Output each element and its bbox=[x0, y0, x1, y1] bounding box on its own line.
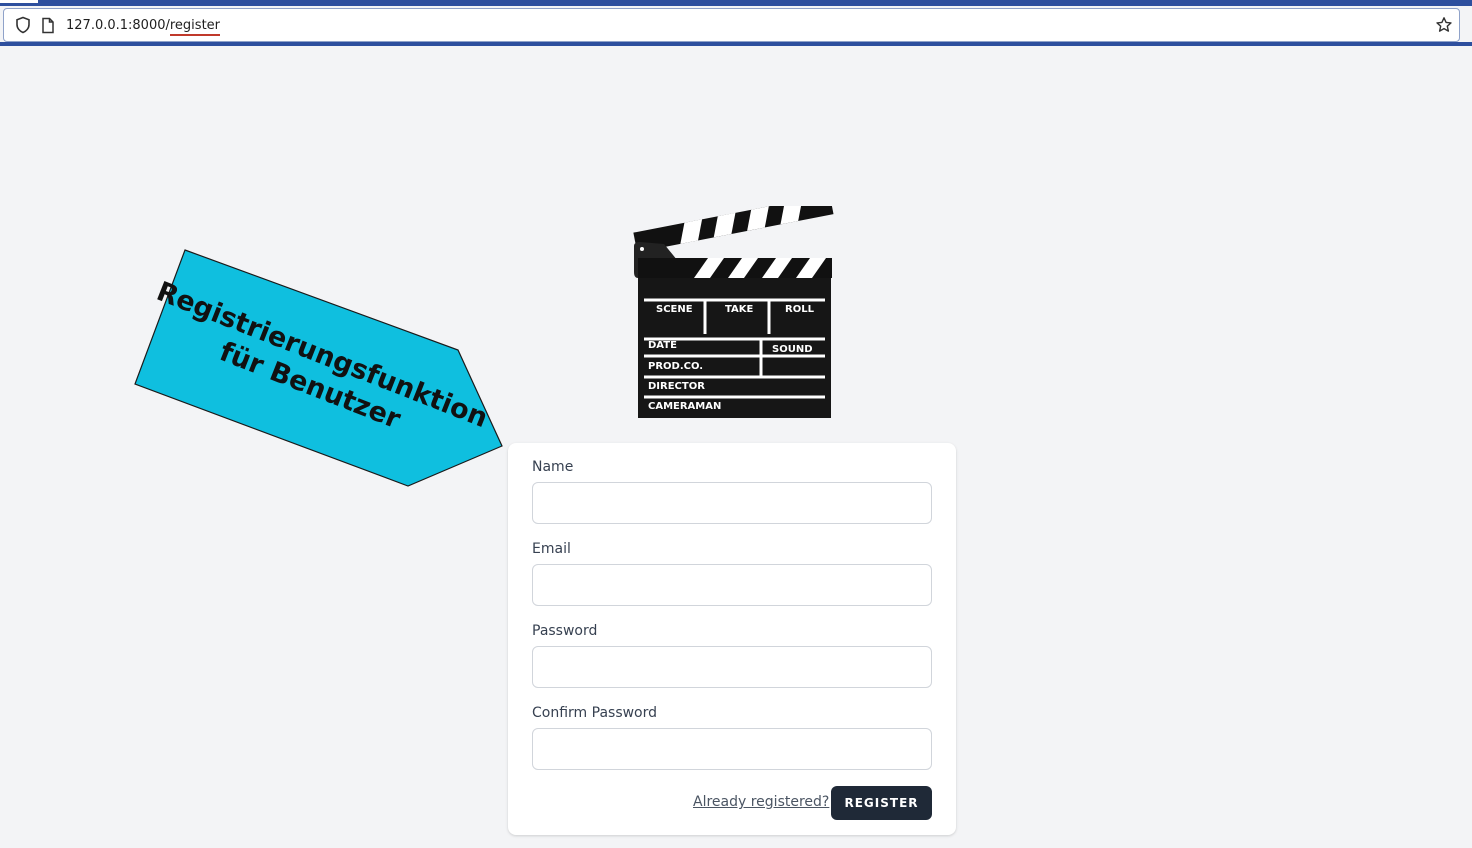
feature-callout-arrow: Registrierungsfunktion für Benutzer bbox=[134, 249, 503, 487]
email-label: Email bbox=[532, 541, 571, 557]
confirm-password-input[interactable] bbox=[532, 728, 932, 770]
name-label: Name bbox=[532, 459, 574, 475]
clapperboard-logo: SCENE TAKE ROLL DATE SOUND PROD.CO. DIRE… bbox=[633, 206, 834, 418]
page-icon bbox=[42, 17, 54, 34]
confirm-password-label: Confirm Password bbox=[532, 705, 658, 721]
url-host: 127.0.0.1:8000/ bbox=[66, 18, 170, 33]
clap-prodco: PROD.CO. bbox=[648, 361, 703, 372]
address-bar[interactable]: 127.0.0.1:8000/register bbox=[3, 8, 1460, 42]
clap-sound: SOUND bbox=[772, 344, 813, 355]
register-form-card: Name Email Password Confirm Password Alr… bbox=[508, 443, 956, 835]
toolbar-border bbox=[0, 42, 1472, 46]
already-registered-link[interactable]: Already registered? bbox=[693, 794, 829, 810]
password-input[interactable] bbox=[532, 646, 932, 688]
clap-cameraman: CAMERAMAN bbox=[648, 401, 721, 412]
name-input[interactable] bbox=[532, 482, 932, 524]
url-text[interactable]: 127.0.0.1:8000/register bbox=[66, 18, 221, 36]
url-path: register bbox=[169, 18, 221, 36]
clap-scene: SCENE bbox=[656, 304, 693, 315]
shield-icon[interactable] bbox=[14, 16, 32, 34]
active-tab-indicator[interactable] bbox=[0, 0, 38, 3]
browser-top-strip bbox=[0, 0, 1472, 6]
clap-take: TAKE bbox=[725, 304, 754, 315]
register-button[interactable]: REGISTER bbox=[831, 786, 932, 820]
password-label: Password bbox=[532, 623, 598, 639]
clap-date: DATE bbox=[648, 340, 677, 351]
bookmark-star-icon[interactable] bbox=[1435, 16, 1453, 34]
clap-director: DIRECTOR bbox=[648, 381, 705, 392]
email-input[interactable] bbox=[532, 564, 932, 606]
clap-roll: ROLL bbox=[785, 304, 815, 315]
